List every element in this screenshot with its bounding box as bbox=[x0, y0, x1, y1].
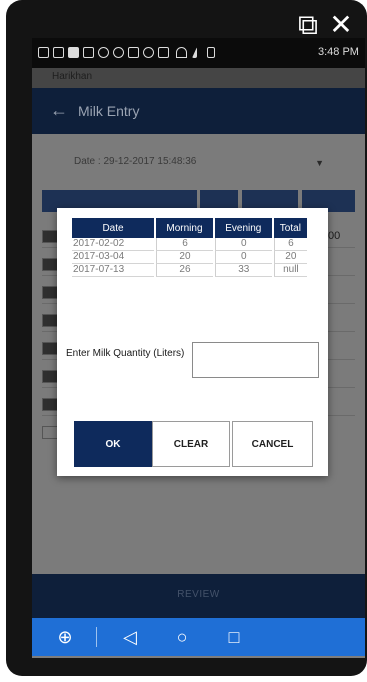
date-label: Date : 29-12-2017 15:48:36 bbox=[74, 156, 197, 167]
table-cell: 0 bbox=[214, 238, 272, 251]
background-value: 00 bbox=[328, 230, 341, 242]
clear-button[interactable]: CLEAR bbox=[152, 421, 230, 467]
nav-divider bbox=[96, 627, 97, 647]
notification-icon bbox=[113, 47, 124, 58]
notification-icon bbox=[158, 47, 169, 58]
device-frame: ⧉ ✕ 3:48 PM Harikhan ← Milk Entry Date:… bbox=[0, 0, 367, 682]
notification-icon bbox=[98, 47, 109, 58]
row-checkbox[interactable] bbox=[42, 314, 58, 327]
app-bar: ← Milk Entry bbox=[32, 88, 365, 134]
table-cell: 2017-03-04 bbox=[72, 251, 155, 264]
table-row: 2017-03-04 20 0 20 bbox=[72, 251, 307, 264]
history-table: Date Morning Evening Total 2017-02-02 6 … bbox=[70, 218, 309, 277]
row-checkbox[interactable] bbox=[42, 258, 58, 271]
wifi-icon bbox=[176, 47, 187, 58]
close-icon[interactable]: ✕ bbox=[326, 8, 356, 42]
milk-quantity-dialog: Date Morning Evening Total 2017-02-02 6 … bbox=[57, 208, 328, 476]
notification-icon bbox=[53, 47, 64, 58]
column-header: Evening bbox=[214, 218, 272, 238]
table-cell: 20 bbox=[273, 251, 307, 264]
back-arrow-icon[interactable]: ← bbox=[50, 100, 68, 121]
app-switch-icon[interactable]: ⊕ bbox=[52, 624, 78, 650]
column-header: Morning bbox=[156, 218, 213, 238]
back-icon[interactable]: ◁ bbox=[117, 624, 143, 650]
chevron-down-icon: ▼ bbox=[315, 158, 324, 168]
table-header-row: Date Morning Evening Total bbox=[72, 218, 307, 238]
notification-icon bbox=[128, 47, 139, 58]
column-header: Total bbox=[273, 218, 307, 238]
notification-icon bbox=[38, 47, 49, 58]
signal-icon bbox=[192, 47, 197, 58]
date-selector[interactable]: Date : 29-12-2017 15:48:36 ▼ bbox=[74, 156, 324, 174]
battery-icon bbox=[207, 47, 215, 58]
row-checkbox[interactable] bbox=[42, 370, 58, 383]
table-cell: 6 bbox=[273, 238, 307, 251]
table-cell: 33 bbox=[214, 264, 272, 277]
notification-icon bbox=[83, 47, 94, 58]
table-row: 2017-07-13 26 33 null bbox=[72, 264, 307, 277]
milk-quantity-input[interactable] bbox=[192, 342, 319, 378]
status-bar: 3:48 PM bbox=[32, 38, 365, 68]
table-cell: 20 bbox=[156, 251, 213, 264]
operator-name: Harikhan bbox=[52, 71, 93, 82]
notification-icon bbox=[68, 47, 79, 58]
cancel-button[interactable]: CANCEL bbox=[232, 421, 313, 467]
page-title: Milk Entry bbox=[78, 103, 140, 119]
table-row: 2017-02-02 6 0 6 bbox=[72, 238, 307, 251]
table-cell: 0 bbox=[214, 251, 272, 264]
quantity-label: Enter Milk Quantity (Liters) bbox=[66, 348, 185, 359]
external-window-icon[interactable]: ⧉ bbox=[293, 8, 323, 42]
operator-bar: Harikhan bbox=[32, 68, 365, 88]
row-checkbox[interactable] bbox=[42, 426, 58, 439]
table-cell: 2017-02-02 bbox=[72, 238, 155, 251]
ok-button[interactable]: OK bbox=[74, 421, 152, 467]
notification-icon bbox=[143, 47, 154, 58]
table-cell: 2017-07-13 bbox=[72, 264, 155, 277]
clock: 3:48 PM bbox=[318, 46, 359, 58]
recents-icon[interactable]: □ bbox=[221, 624, 247, 650]
table-cell: 6 bbox=[156, 238, 213, 251]
home-icon[interactable]: ○ bbox=[169, 624, 195, 650]
table-cell: 26 bbox=[156, 264, 213, 277]
navigation-bar: ⊕ ◁ ○ □ bbox=[32, 618, 365, 656]
row-checkbox[interactable] bbox=[42, 286, 58, 299]
row-checkbox[interactable] bbox=[42, 398, 58, 411]
row-checkbox[interactable] bbox=[42, 230, 58, 243]
table-cell: null bbox=[273, 264, 307, 277]
column-header: Date bbox=[72, 218, 155, 238]
review-button[interactable]: REVIEW bbox=[32, 574, 365, 618]
row-checkbox[interactable] bbox=[42, 342, 58, 355]
review-label: REVIEW bbox=[177, 589, 220, 600]
